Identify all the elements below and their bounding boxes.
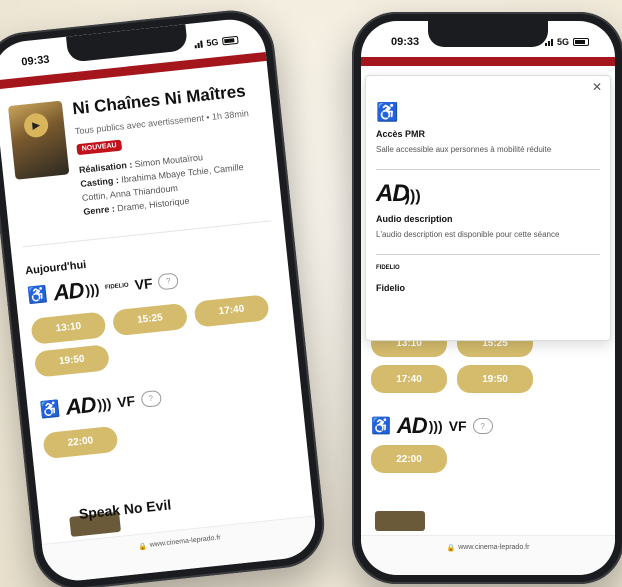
wheelchair-icon: ♿ [371,418,391,435]
new-badge: NOUVEAU [76,139,123,156]
help-icon[interactable]: ? [140,389,162,408]
features-modal: ✕ ♿ Accès PMR Salle accessible aux perso… [365,75,611,341]
status-time: 09:33 [391,36,420,48]
audio-description-icon: AD [396,413,428,438]
status-time: 09:33 [20,53,51,69]
vf-label: VF [116,392,136,411]
showtime-button[interactable]: 22:00 [42,425,119,460]
battery-icon [221,35,239,46]
showtime-button[interactable]: 15:25 [111,302,189,337]
play-icon[interactable]: ▶ [22,112,50,139]
audio-description-icon: AD [64,391,97,420]
film-poster[interactable]: ▶ [7,100,70,180]
signal-icon [194,40,203,49]
help-icon[interactable]: ? [472,418,493,434]
audio-description-icon: AD [376,179,410,207]
showtimes-section: 13:10 15:25 17:40 19:50 ♿ AD))) VF ? 22:… [371,329,605,473]
phone-right: 09:33 5G ✕ ♿ Accès PMR Salle accessible … [352,12,622,584]
close-icon[interactable]: ✕ [592,80,602,94]
url-bar[interactable]: 🔒 www.cinema-leprado.fr [361,535,615,575]
modal-item-desc: Salle accessible aux personnes à mobilit… [376,145,552,154]
film-credits: Réalisation : Simon Moutaïrou Casting : … [78,152,245,217]
header-bar [361,57,615,66]
url-text: www.cinema-leprado.fr [458,544,530,551]
phone-left: 09:33 5G ▶ Ni Chaînes Ni Maîtres Tous pu… [0,6,329,587]
divider [376,253,600,255]
battery-icon [573,38,589,46]
fidelio-icon: FIDELIO [104,282,130,291]
help-icon[interactable]: ? [157,272,180,291]
audio-description-icon: AD [52,277,85,306]
showtime-button[interactable]: 19:50 [457,365,533,393]
screen-left: 09:33 5G ▶ Ni Chaînes Ni Maîtres Tous pu… [0,16,319,584]
showtime-button[interactable]: 19:50 [33,343,111,378]
audio-waves-icon: ))) [404,187,421,205]
modal-item-title: Fidelio [376,282,405,293]
wheelchair-icon: ♿ [27,285,49,305]
lock-icon: 🔒 [137,543,148,551]
vf-label: VF [133,274,154,293]
showtime-button[interactable]: 17:40 [371,365,447,393]
session-features[interactable]: ♿ AD))) VF ? [371,413,605,439]
audio-waves-icon: ))) [96,394,113,413]
notch [428,21,548,47]
vf-label: VF [448,418,467,434]
divider [376,168,600,170]
audio-waves-icon: ))) [428,418,443,434]
showtimes-list: 22:00 [371,445,605,473]
network-label: 5G [556,37,569,47]
film-info: ▶ Ni Chaînes Ni Maîtres Tous publics ave… [0,61,282,238]
showtime-button[interactable]: 22:00 [371,445,447,473]
modal-item-title: Accès PMR [376,129,426,139]
wheelchair-icon: ♿ [39,400,61,420]
modal-item-desc: L'audio description est disponible pour … [376,229,560,239]
audio-waves-icon: ))) [84,280,101,298]
showtime-button[interactable]: 17:40 [193,293,270,328]
showtime-button[interactable]: 13:10 [30,311,107,345]
screen-right: 09:33 5G ✕ ♿ Accès PMR Salle accessible … [361,21,615,575]
fidelio-icon: FIDELIO [376,264,400,271]
next-film-title[interactable]: Speak No Evil [78,485,279,522]
lock-icon: 🔒 [446,545,456,552]
network-label: 5G [205,36,219,49]
next-film-thumbnail[interactable] [375,511,425,531]
wheelchair-icon: ♿ [376,102,399,122]
url-text: www.cinema-leprado.fr [149,534,222,549]
modal-item-title: Audio description [376,213,453,224]
signal-icon [544,38,553,46]
